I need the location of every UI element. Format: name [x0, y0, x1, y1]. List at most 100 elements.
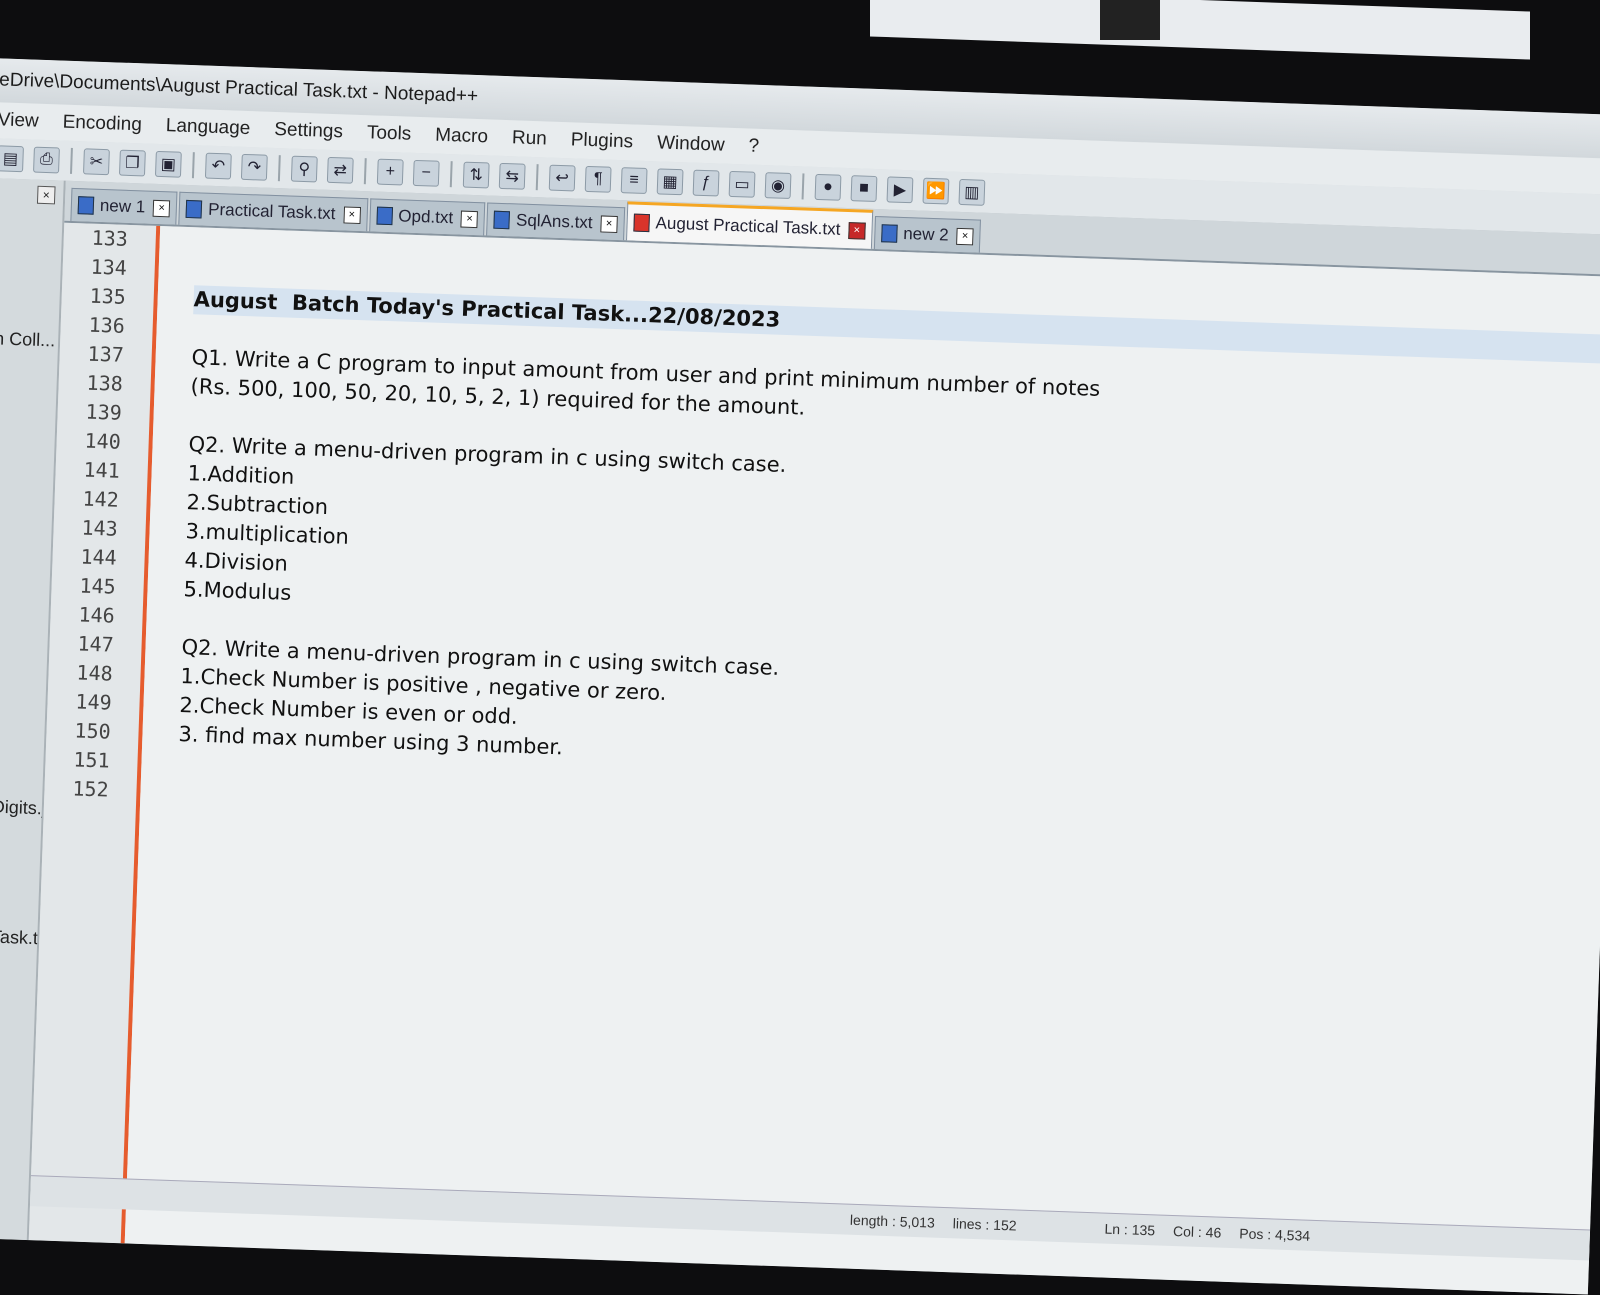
line-number: 140 [84, 428, 122, 454]
menu-tools[interactable]: Tools [367, 122, 412, 146]
document-icon [493, 210, 511, 230]
menu-window[interactable]: Window [657, 132, 725, 156]
document-modified-icon [633, 213, 650, 233]
line-number: 150 [74, 718, 112, 744]
close-icon[interactable]: × [956, 227, 974, 245]
close-icon[interactable]: × [343, 205, 361, 224]
print-icon[interactable]: ⎙ [33, 146, 60, 174]
bezel-shadow [1100, 0, 1160, 40]
side-item[interactable]: cal Task.txt [0, 926, 38, 950]
paste-icon[interactable]: ▣ [154, 150, 182, 178]
line-number: 142 [82, 486, 120, 512]
line-number: 146 [78, 602, 116, 628]
monitor-screen: eDrive\Documents\August Practical Task.t… [0, 58, 1600, 1295]
line-number: 136 [88, 312, 126, 338]
line-number: 141 [83, 457, 121, 483]
line-number: 138 [86, 370, 124, 396]
status-lines: lines : 152 [952, 1215, 1017, 1234]
line-number: 137 [87, 341, 125, 367]
save-icon[interactable]: ▤ [0, 145, 24, 173]
stop-macro-icon[interactable]: ■ [850, 175, 878, 203]
tab-label: Opd.txt [398, 206, 454, 228]
toolbar-separator [191, 152, 195, 179]
tab-august-practical-task[interactable]: August Practical Task.txt × [625, 201, 874, 249]
show-all-chars-icon[interactable]: ¶ [584, 165, 612, 193]
tab-practical-task[interactable]: Practical Task.txt × [178, 191, 368, 232]
replace-icon[interactable]: ⇄ [326, 156, 354, 184]
doc-map-icon[interactable]: ▦ [656, 168, 684, 196]
play-macro-icon[interactable]: ▶ [886, 176, 914, 204]
line-number: 133 [91, 225, 129, 251]
tab-new-1[interactable]: new 1 × [70, 187, 178, 225]
status-pos: Pos : 4,534 [1239, 1225, 1311, 1244]
side-item[interactable]: astDigits.j... [0, 796, 42, 820]
monitor-icon[interactable]: ◉ [764, 172, 792, 200]
menu-macro[interactable]: Macro [435, 125, 488, 149]
menu-run[interactable]: Run [512, 127, 548, 150]
side-item[interactable]: en Coll... [0, 328, 59, 352]
copy-icon[interactable]: ❐ [118, 149, 146, 177]
line-number: 143 [81, 515, 119, 541]
find-icon[interactable]: ⚲ [290, 155, 318, 183]
tab-label: new 2 [902, 223, 949, 245]
menu-language[interactable]: Language [165, 115, 250, 140]
status-ln: Ln : 135 [1104, 1220, 1156, 1239]
line-number: 139 [85, 399, 123, 425]
window-title: eDrive\Documents\August Practical Task.t… [0, 69, 479, 108]
menu-view[interactable]: View [0, 109, 39, 132]
line-number: 145 [79, 573, 117, 599]
toolbar-separator [363, 158, 367, 185]
folder-workspace-icon[interactable]: ▭ [728, 170, 756, 198]
document-icon [880, 224, 898, 243]
line-number: 148 [76, 660, 114, 686]
menu-help[interactable]: ? [748, 136, 759, 158]
menu-encoding[interactable]: Encoding [62, 112, 142, 137]
close-icon[interactable]: × [36, 185, 56, 205]
line-number: 147 [77, 631, 115, 657]
close-icon[interactable]: × [600, 214, 618, 233]
toolbar-separator [277, 155, 281, 182]
text-area[interactable]: August Batch Today's Practical Task...22… [124, 226, 1600, 1295]
main-area: new 1 × Practical Task.txt × Opd.txt × S… [28, 180, 1600, 1295]
side-item[interactable]: txt [0, 850, 40, 874]
toolbar-separator [449, 161, 453, 188]
line-number: 135 [89, 283, 127, 309]
sync-h-icon[interactable]: ⇆ [498, 162, 526, 190]
line-number: 134 [90, 254, 128, 280]
redo-icon[interactable]: ↷ [240, 153, 268, 181]
function-list-icon[interactable]: ƒ [692, 169, 720, 197]
menu-settings[interactable]: Settings [274, 119, 343, 143]
record-macro-icon[interactable]: ● [814, 173, 842, 201]
zoom-in-icon[interactable]: + [376, 158, 404, 186]
undo-icon[interactable]: ↶ [204, 152, 232, 180]
status-col: Col : 46 [1172, 1223, 1222, 1241]
tab-opd[interactable]: Opd.txt × [368, 198, 486, 236]
tab-label: SqlAns.txt [515, 210, 593, 233]
run-macro-multiple-icon[interactable]: ⏩ [922, 177, 950, 205]
indent-guide-icon[interactable]: ≡ [620, 167, 648, 194]
tab-label: Practical Task.txt [207, 199, 336, 224]
save-macro-icon[interactable]: ▥ [958, 178, 986, 206]
document-icon [77, 196, 95, 215]
editor[interactable]: 133 134 135 136 137 138 139 140 141 142 143 144 145 1… [28, 222, 1600, 1295]
close-icon[interactable]: × [848, 221, 866, 240]
document-icon [185, 199, 203, 219]
line-number: 151 [73, 747, 111, 773]
line-number: 152 [72, 776, 110, 802]
toolbar-separator [535, 164, 539, 191]
sync-v-icon[interactable]: ⇅ [462, 161, 490, 189]
cut-icon[interactable]: ✂ [82, 148, 110, 176]
close-icon[interactable]: × [152, 199, 171, 217]
toolbar-separator [801, 173, 805, 200]
zoom-out-icon[interactable]: − [412, 159, 440, 187]
bezel-glare [870, 0, 1530, 60]
close-icon[interactable]: × [460, 210, 479, 228]
tab-new-2[interactable]: new 2 × [873, 215, 982, 253]
tab-label: new 1 [99, 195, 146, 217]
status-length: length : 5,013 [849, 1211, 936, 1231]
toolbar-separator [70, 147, 73, 174]
word-wrap-icon[interactable]: ↩ [548, 164, 576, 192]
menu-plugins[interactable]: Plugins [570, 129, 633, 153]
tab-sqlans[interactable]: SqlAns.txt × [486, 202, 626, 241]
body-area: × en Coll... astDigits.j... txt cal Task… [0, 177, 1600, 1295]
